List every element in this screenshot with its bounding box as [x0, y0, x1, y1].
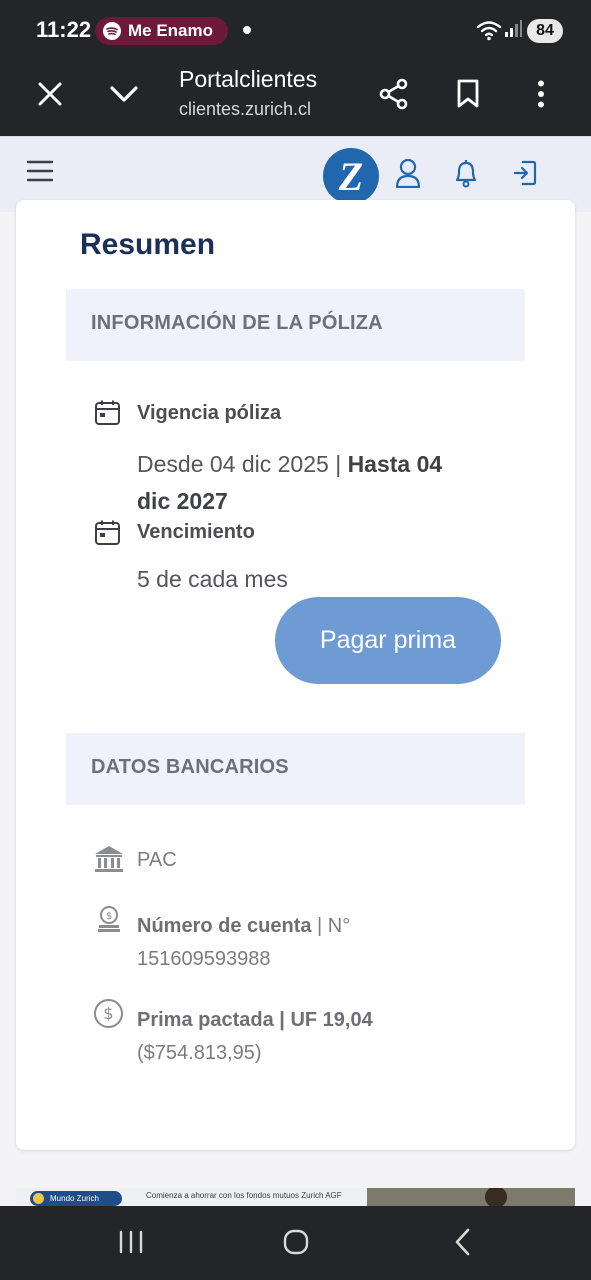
hamburger-menu-icon [26, 159, 54, 188]
back-button[interactable] [442, 1224, 482, 1264]
close-icon [37, 81, 63, 112]
bank-icon [93, 844, 125, 874]
calendar-icon [94, 519, 121, 546]
payment-method: PAC [137, 849, 177, 871]
bell-icon [453, 158, 479, 193]
bookmark-button[interactable] [444, 72, 492, 120]
premium-clp: ($754.813,95) [137, 1042, 262, 1064]
chevron-down-icon [109, 85, 139, 108]
more-vertical-icon [537, 80, 545, 113]
ad-badge-logo [33, 1193, 44, 1204]
status-time: 11:22 [36, 17, 92, 42]
notification-dot [243, 26, 251, 34]
pay-premium-button[interactable]: Pagar prima [275, 597, 501, 684]
svg-text:$: $ [103, 1004, 113, 1023]
dollar-circle-icon: $ [93, 998, 124, 1029]
validity-label: Vigencia póliza [137, 402, 282, 424]
validity-value: Desde 04 dic 2025 | Hasta 04 dic 2027 [137, 446, 497, 520]
share-button[interactable] [370, 72, 418, 120]
signal-icon [504, 20, 522, 43]
home-icon [282, 1228, 310, 1261]
summary-title: Resumen [80, 228, 216, 261]
logout-icon [512, 159, 538, 192]
zurich-logo[interactable]: Z [323, 148, 379, 204]
bank-data-header: DATOS BANCARIOS [66, 733, 525, 805]
bank-data-heading: DATOS BANCARIOS [91, 756, 289, 778]
recent-apps-button[interactable] [111, 1224, 151, 1264]
coins-icon: $ [95, 905, 123, 935]
account-number: 151609593988 [137, 948, 271, 970]
menu-button[interactable] [20, 153, 60, 193]
ad-photo [367, 1188, 575, 1206]
validity-to-1: Hasta 04 [347, 451, 443, 477]
logo-letter: Z [338, 153, 364, 199]
policy-info-heading: INFORMACIÓN DE LA PÓLIZA [91, 312, 383, 334]
browser-toolbar: Portalclientes clientes.zurich.cl [0, 60, 591, 136]
recent-apps-icon [118, 1230, 144, 1259]
account-separator: | N° [311, 915, 351, 937]
spotify-icon [103, 22, 121, 40]
user-icon [395, 158, 421, 193]
share-icon [378, 78, 410, 115]
due-value: 5 de cada mes [137, 566, 288, 592]
close-tab-button[interactable] [26, 72, 74, 120]
ad-banner[interactable]: Mundo Zurich Comienza a ahorrar con los … [16, 1188, 575, 1206]
ad-photo-person [485, 1188, 507, 1206]
bookmark-icon [456, 79, 480, 114]
validity-from: Desde 04 dic 2025 | [137, 451, 348, 477]
minimize-tab-button[interactable] [100, 72, 148, 120]
calendar-icon [94, 399, 121, 426]
profile-button[interactable] [388, 155, 428, 195]
media-notification-pill[interactable]: Me Enamo [95, 17, 228, 45]
system-nav-bar [0, 1206, 591, 1280]
account-block: Número de cuenta | N° 151609593988 [137, 910, 350, 976]
battery-indicator: 84 [527, 19, 563, 43]
media-title: Me Enamo [128, 21, 214, 40]
page-title: Portalclientes [179, 66, 318, 92]
status-bar: 11:22 Me Enamo 84 [0, 0, 591, 60]
page-url: clientes.zurich.cl [179, 99, 312, 119]
account-label: Número de cuenta [137, 915, 312, 937]
ad-badge-text: Mundo Zurich [50, 1194, 99, 1203]
premium-block: Prima pactada | UF 19,04 ($754.813,95) [137, 1004, 373, 1070]
more-options-button[interactable] [517, 72, 565, 120]
premium-label: Prima pactada | UF 19,04 [137, 1009, 373, 1031]
policy-info-header: INFORMACIÓN DE LA PÓLIZA [66, 289, 525, 361]
back-icon [453, 1228, 471, 1261]
ad-text: Comienza a ahorrar con los fondos mutuos… [146, 1191, 342, 1200]
logout-button[interactable] [505, 155, 545, 195]
home-button[interactable] [276, 1224, 316, 1264]
ad-badge: Mundo Zurich [30, 1191, 122, 1206]
svg-text:$: $ [106, 911, 112, 922]
due-label: Vencimiento [137, 521, 255, 543]
notifications-button[interactable] [446, 155, 486, 195]
validity-to-2: dic 2027 [137, 488, 228, 514]
wifi-icon [476, 19, 502, 46]
